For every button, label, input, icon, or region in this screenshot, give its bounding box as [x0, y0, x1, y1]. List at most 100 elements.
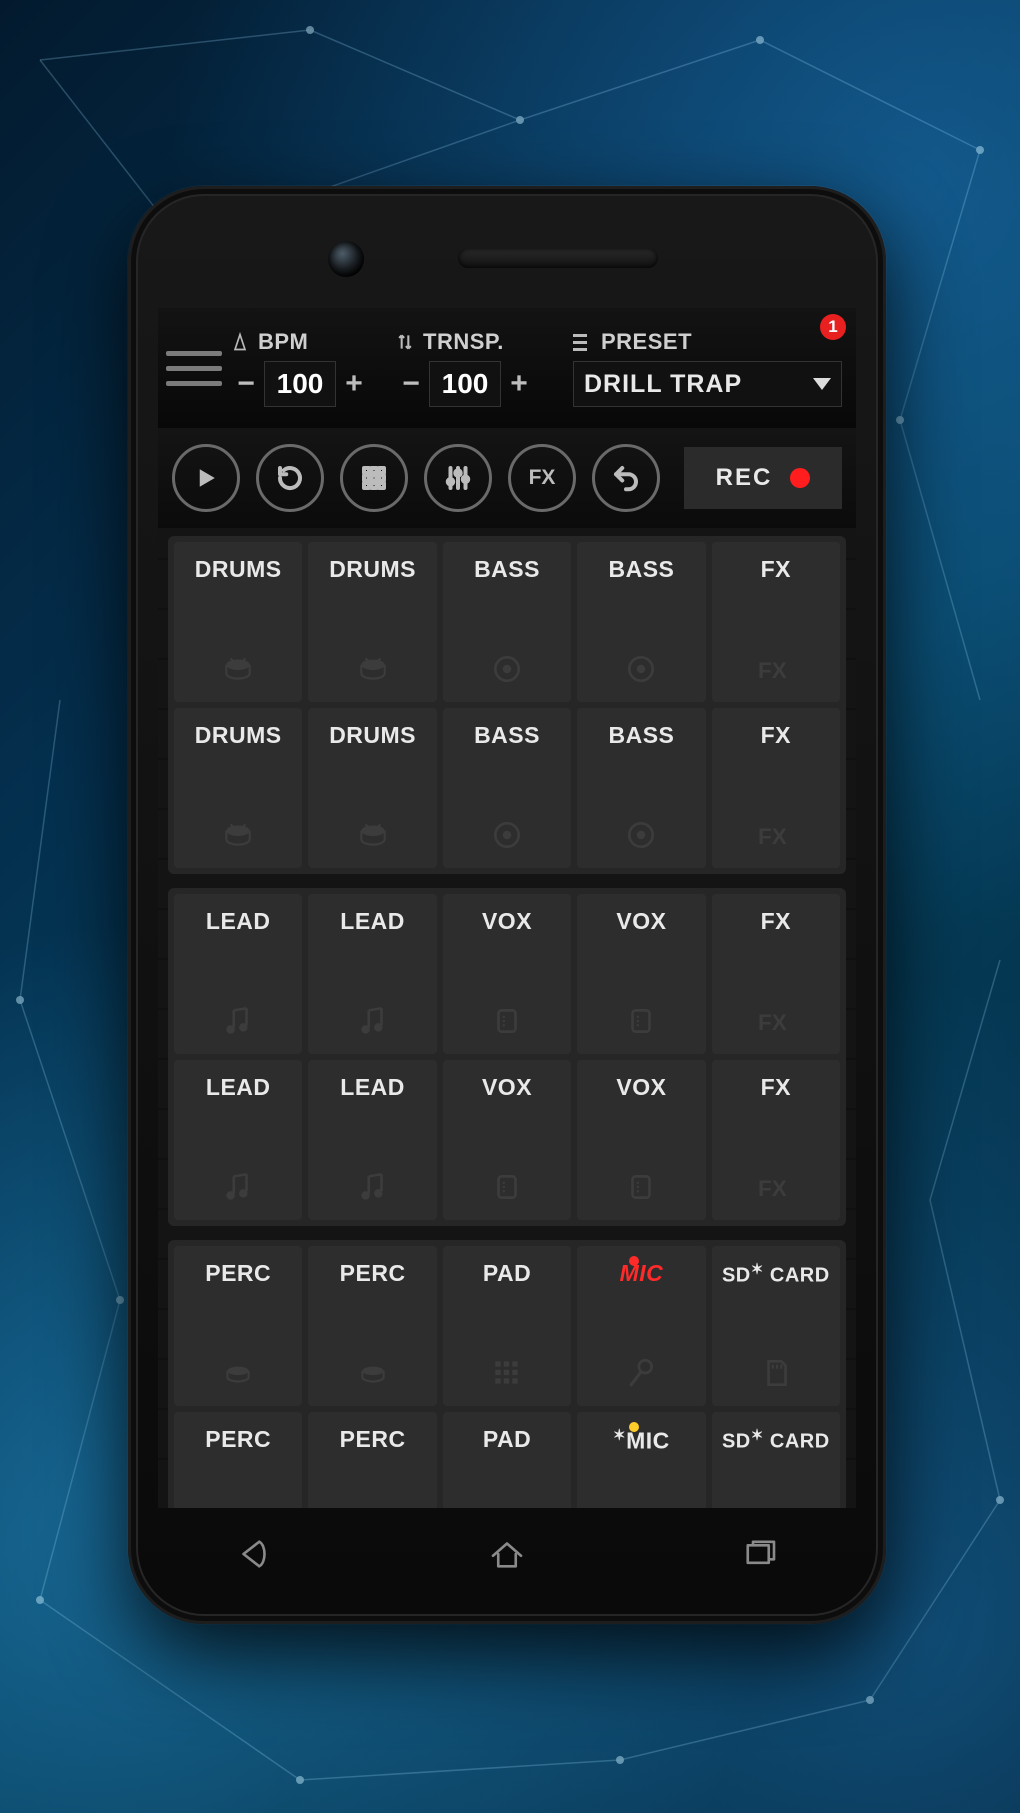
bpm-control: BPM − 100 +: [230, 308, 395, 428]
pad-label: PERC: [205, 1260, 271, 1287]
sound-pad[interactable]: LEAD: [174, 1060, 302, 1220]
record-button[interactable]: REC: [684, 447, 842, 509]
pad-label: ✶MIC: [613, 1426, 670, 1455]
bpm-decrease-button[interactable]: −: [230, 362, 262, 406]
menu-button[interactable]: [158, 308, 230, 428]
pad-label: BASS: [474, 556, 540, 583]
sound-pad[interactable]: FXFX: [712, 1060, 840, 1220]
bass-icon: [489, 818, 525, 852]
pad-block: LEADLEADVOXVOXFXFXLEADLEADVOXVOXFXFX: [168, 888, 846, 1226]
pad-label: FX: [761, 556, 791, 583]
preset-dropdown[interactable]: DRILL TRAP: [573, 361, 842, 407]
sound-pad[interactable]: BASS: [577, 708, 705, 868]
pad-label: BASS: [608, 556, 674, 583]
sound-pad[interactable]: PERC: [308, 1246, 436, 1406]
sound-pad[interactable]: PAD: [443, 1246, 571, 1406]
sound-pad[interactable]: BASS: [443, 542, 571, 702]
sound-pad[interactable]: PERC: [308, 1412, 436, 1508]
pad-label: SD✶ CARD: [722, 1426, 830, 1454]
vox-icon: [623, 1170, 659, 1204]
pad-row: DRUMSDRUMS BASS BASS FX FX: [174, 542, 840, 702]
preset-name: DRILL TRAP: [584, 370, 803, 399]
transpose-control: TRNSP. − 100 +: [395, 308, 573, 428]
drum-icon: [355, 652, 391, 686]
sound-pad[interactable]: LEAD: [308, 894, 436, 1054]
pad-label: PAD: [483, 1260, 531, 1287]
mic-icon: [623, 1356, 659, 1390]
pad-label: VOX: [482, 908, 532, 935]
sound-pad[interactable]: VOX: [443, 894, 571, 1054]
pad-row: PERC PERC PAD MIC SD✶ CARD: [174, 1246, 840, 1406]
pads-area: DRUMSDRUMSBASSBASSFXFXDRUMSDRUMSBASSBASS…: [158, 528, 856, 1508]
mixer-button[interactable]: [424, 444, 492, 512]
transpose-label: TRNSP.: [423, 329, 504, 355]
sound-pad[interactable]: ✶MIC: [577, 1412, 705, 1508]
bass-icon: [489, 652, 525, 686]
sound-pad[interactable]: DRUMS: [174, 542, 302, 702]
play-button[interactable]: [172, 444, 240, 512]
transpose-icon: [395, 332, 415, 352]
pad-label: LEAD: [340, 908, 405, 935]
sound-pad[interactable]: FX FX: [712, 542, 840, 702]
sound-pad[interactable]: MIC: [577, 1246, 705, 1406]
pad-label: VOX: [616, 1074, 666, 1101]
music-pad-app: BPM − 100 + TRNS: [158, 308, 856, 1508]
sound-pad[interactable]: VOX: [443, 1060, 571, 1220]
back-button[interactable]: [233, 1533, 275, 1580]
pad-label: LEAD: [206, 1074, 271, 1101]
pad-label: PAD: [483, 1426, 531, 1453]
bpm-value[interactable]: 100: [264, 361, 336, 407]
undo-button[interactable]: [592, 444, 660, 512]
sound-pad[interactable]: PERC: [174, 1412, 302, 1508]
loop-button[interactable]: [256, 444, 324, 512]
sound-pad[interactable]: FXFX: [712, 708, 840, 868]
recents-button[interactable]: [739, 1533, 781, 1580]
record-label: REC: [716, 464, 773, 492]
preset-control: PRESET DRILL TRAP: [573, 308, 842, 428]
vox-icon: [489, 1170, 525, 1204]
pad-label: MIC: [620, 1260, 664, 1287]
home-button[interactable]: [486, 1533, 528, 1580]
grid-button[interactable]: [340, 444, 408, 512]
sound-pad[interactable]: FXFX: [712, 894, 840, 1054]
sound-pad[interactable]: BASS: [577, 542, 705, 702]
sound-pad[interactable]: SD✶ CARD: [712, 1412, 840, 1508]
note-icon: [220, 1170, 256, 1204]
svg-text:FX: FX: [758, 824, 787, 849]
bpm-label: BPM: [258, 329, 308, 355]
perc-icon: [220, 1356, 256, 1390]
pad-label: BASS: [474, 722, 540, 749]
fx-icon: FX: [758, 818, 794, 852]
pad-row: DRUMSDRUMSBASSBASSFXFX: [174, 708, 840, 868]
notification-badge[interactable]: 1: [820, 314, 846, 340]
fx-icon: FX: [758, 652, 794, 686]
sound-pad[interactable]: BASS: [443, 708, 571, 868]
transpose-value[interactable]: 100: [429, 361, 501, 407]
fx-button[interactable]: FX: [508, 444, 576, 512]
sound-pad[interactable]: VOX: [577, 894, 705, 1054]
sound-pad[interactable]: DRUMS: [174, 708, 302, 868]
transpose-increase-button[interactable]: +: [503, 362, 535, 406]
pad-block: PERCPERCPADMICSD✶ CARDPERCPERCPAD✶MICSD✶…: [168, 1240, 846, 1508]
sound-pad[interactable]: PAD: [443, 1412, 571, 1508]
sound-pad[interactable]: VOX: [577, 1060, 705, 1220]
top-bar: BPM − 100 + TRNS: [158, 308, 856, 428]
sound-pad[interactable]: LEAD: [174, 894, 302, 1054]
grid-icon: [489, 1356, 525, 1390]
sd-icon: [758, 1356, 794, 1390]
bass-icon: [623, 818, 659, 852]
transpose-decrease-button[interactable]: −: [395, 362, 427, 406]
note-icon: [355, 1170, 391, 1204]
sound-pad[interactable]: SD✶ CARD: [712, 1246, 840, 1406]
phone-screen: BPM − 100 + TRNS: [158, 308, 856, 1508]
svg-text:FX: FX: [758, 658, 787, 683]
sound-pad[interactable]: LEAD: [308, 1060, 436, 1220]
pad-row: PERCPERC PAD ✶MIC SD✶ CARD: [174, 1412, 840, 1508]
fx-icon: FX: [758, 1004, 794, 1038]
pad-label: DRUMS: [329, 722, 416, 749]
sound-pad[interactable]: PERC: [174, 1246, 302, 1406]
sound-pad[interactable]: DRUMS: [308, 708, 436, 868]
pad-block: DRUMSDRUMSBASSBASSFXFXDRUMSDRUMSBASSBASS…: [168, 536, 846, 874]
sound-pad[interactable]: DRUMS: [308, 542, 436, 702]
bpm-increase-button[interactable]: +: [338, 362, 370, 406]
